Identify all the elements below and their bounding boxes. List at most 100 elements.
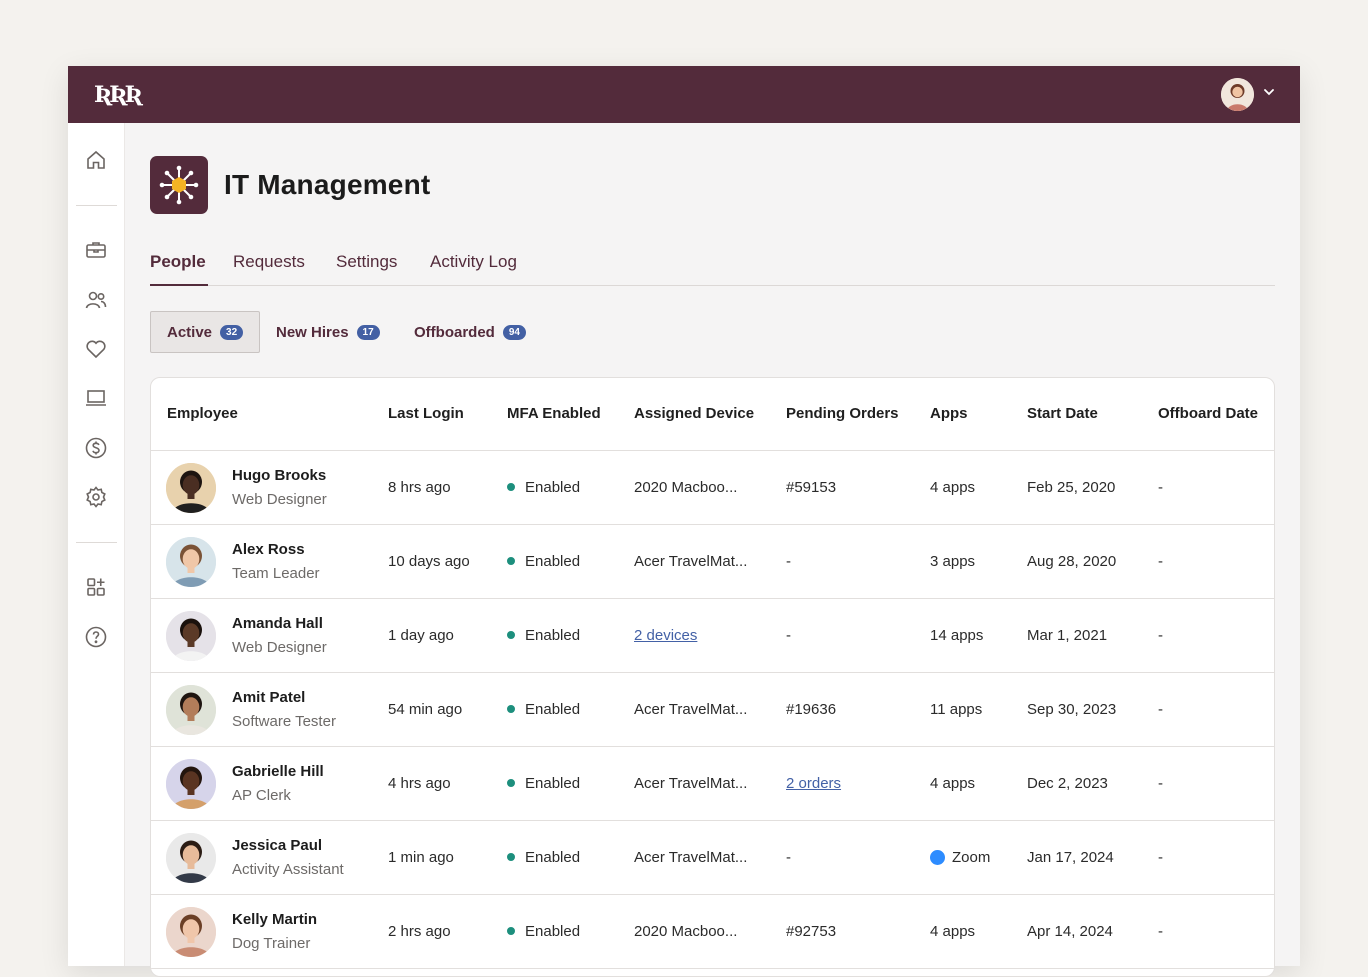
- table-row[interactable]: Kelly Martin Dog Trainer 2 hrs ago Enabl…: [151, 895, 1274, 969]
- employee-avatar[interactable]: [166, 907, 216, 957]
- tab-requests[interactable]: Requests: [233, 252, 305, 272]
- filter-offboarded[interactable]: Offboarded 94: [398, 311, 542, 353]
- employee-name[interactable]: Alex Ross: [232, 541, 305, 558]
- assigned-device: Acer TravelMat...: [634, 701, 748, 718]
- filter-active[interactable]: Active 32: [150, 311, 261, 353]
- mfa-label: Enabled: [525, 849, 581, 866]
- last-login: 8 hrs ago: [388, 479, 451, 496]
- heart-icon[interactable]: [84, 337, 108, 361]
- filter-label: New Hires: [276, 323, 349, 341]
- pending-orders: -: [786, 849, 791, 866]
- table-row[interactable]: Alex Ross Team Leader 10 days ago Enable…: [151, 525, 1274, 599]
- start-date: Apr 14, 2024: [1027, 923, 1113, 940]
- employee-avatar[interactable]: [166, 463, 216, 513]
- sidebar-divider: [76, 205, 117, 206]
- mfa-status: Enabled: [507, 701, 580, 718]
- last-login: 2 hrs ago: [388, 923, 451, 940]
- apps-label: 3 apps: [930, 553, 976, 570]
- last-login: 1 min ago: [388, 849, 454, 866]
- status-dot: [507, 483, 515, 492]
- apps-count[interactable]: 4 apps: [930, 923, 975, 940]
- help-icon[interactable]: [84, 625, 108, 649]
- employee-name[interactable]: Gabrielle Hill: [232, 763, 324, 780]
- employee-avatar[interactable]: [166, 833, 216, 883]
- tab-people[interactable]: People: [150, 252, 206, 272]
- employee-name[interactable]: Kelly Martin: [232, 911, 317, 928]
- start-date: Jan 17, 2024: [1027, 849, 1114, 866]
- apps-count[interactable]: Zoom: [930, 849, 990, 866]
- chevron-down-icon[interactable]: [1262, 85, 1276, 104]
- apps-count[interactable]: 11 apps: [930, 701, 982, 718]
- mfa-label: Enabled: [525, 701, 581, 718]
- apps-label: 11 apps: [930, 701, 983, 718]
- briefcase-icon[interactable]: [84, 238, 108, 262]
- gear-icon[interactable]: [84, 485, 108, 509]
- pending-orders: -: [786, 553, 791, 570]
- last-login: 10 days ago: [388, 553, 470, 570]
- pending-orders: #19636: [786, 701, 837, 718]
- status-dot: [507, 557, 515, 566]
- user-avatar[interactable]: [1221, 78, 1254, 111]
- laptop-icon[interactable]: [84, 386, 108, 410]
- app-window: ƦƦƦ IT Management People Requests Settin…: [68, 66, 1300, 977]
- employee-role: Web Designer: [232, 491, 327, 508]
- tab-settings[interactable]: Settings: [336, 252, 397, 272]
- apps-count[interactable]: 4 apps: [930, 775, 975, 792]
- brand-logo[interactable]: ƦƦƦ: [94, 82, 143, 108]
- col-start-date[interactable]: Start Date: [1027, 405, 1098, 422]
- home-icon[interactable]: [84, 148, 108, 172]
- table-row[interactable]: Gabrielle Hill AP Clerk 4 hrs ago Enable…: [151, 747, 1274, 821]
- col-last-login[interactable]: Last Login: [388, 405, 464, 422]
- col-pending-orders[interactable]: Pending Orders: [786, 405, 899, 422]
- dollar-icon[interactable]: [84, 436, 108, 460]
- page-header: IT Management: [150, 156, 430, 214]
- employee-name[interactable]: Amanda Hall: [232, 615, 323, 632]
- employee-role: Software Tester: [232, 713, 336, 730]
- tab-activity-log[interactable]: Activity Log: [430, 252, 517, 272]
- pending-orders[interactable]: 2 orders: [786, 775, 841, 792]
- people-icon[interactable]: [84, 288, 108, 312]
- col-mfa-enabled[interactable]: MFA Enabled: [507, 405, 601, 422]
- apps-label: 4 apps: [930, 923, 976, 940]
- page-title: IT Management: [224, 169, 431, 200]
- start-date: Sep 30, 2023: [1027, 701, 1117, 718]
- mfa-status: Enabled: [507, 479, 580, 496]
- employee-role: Web Designer: [232, 639, 327, 656]
- count-badge: 17: [356, 324, 380, 340]
- employee-avatar[interactable]: [166, 537, 216, 587]
- table-row[interactable]: Jessica Paul Activity Assistant 1 min ag…: [151, 821, 1274, 895]
- people-table: Employee Last Login MFA Enabled Assigned…: [150, 377, 1275, 977]
- filter-new-hires[interactable]: New Hires 17: [260, 311, 396, 353]
- col-offboard-date[interactable]: Offboard Date: [1158, 405, 1258, 422]
- employee-avatar[interactable]: [166, 685, 216, 735]
- mfa-status: Enabled: [507, 627, 580, 644]
- active-tab-indicator: [150, 284, 208, 286]
- assigned-device[interactable]: 2 devices: [634, 627, 697, 644]
- offboard-date: -: [1158, 701, 1163, 718]
- apps-count[interactable]: 4 apps: [930, 479, 975, 496]
- apps-count[interactable]: 14 apps: [930, 627, 983, 644]
- apps-label: 14 apps: [930, 627, 984, 644]
- assigned-device: 2020 Macboo...: [634, 923, 738, 940]
- employee-name[interactable]: Jessica Paul: [232, 837, 322, 854]
- employee-name[interactable]: Amit Patel: [232, 689, 305, 706]
- count-badge: 94: [502, 324, 526, 340]
- start-date: Dec 2, 2023: [1027, 775, 1108, 792]
- assigned-device: Acer TravelMat...: [634, 849, 748, 866]
- table-row[interactable]: Amanda Hall Web Designer 1 day ago Enabl…: [151, 599, 1274, 673]
- apps-label: 4 apps: [930, 775, 976, 792]
- tab-bar: People Requests Settings Activity Log: [150, 241, 1275, 286]
- apps-count[interactable]: 3 apps: [930, 553, 975, 570]
- employee-name[interactable]: Hugo Brooks: [232, 467, 326, 484]
- col-assigned-device[interactable]: Assigned Device: [634, 405, 754, 422]
- table-row[interactable]: Hugo Brooks Web Designer 8 hrs ago Enabl…: [151, 451, 1274, 525]
- col-apps[interactable]: Apps: [930, 405, 968, 422]
- offboard-date: -: [1158, 923, 1163, 940]
- sidebar-divider: [76, 542, 117, 543]
- employee-avatar[interactable]: [166, 611, 216, 661]
- table-row[interactable]: Amit Patel Software Tester 54 min ago En…: [151, 673, 1274, 747]
- apps-add-icon[interactable]: [84, 575, 108, 599]
- user-menu[interactable]: [1221, 78, 1276, 111]
- employee-avatar[interactable]: [166, 759, 216, 809]
- col-employee[interactable]: Employee: [167, 405, 238, 422]
